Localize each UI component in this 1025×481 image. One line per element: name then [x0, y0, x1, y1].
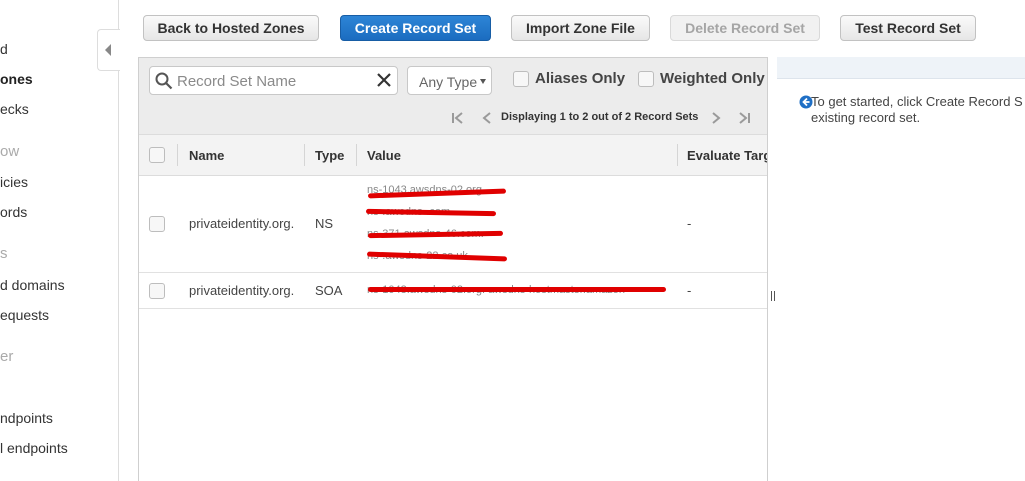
nav-item-health-checks[interactable]: ecks [0, 101, 29, 117]
record-type-select[interactable]: Any Type [407, 66, 492, 95]
help-text-line: To get started, click Create Record S [811, 94, 1023, 109]
previous-page-icon[interactable] [480, 112, 494, 124]
last-page-icon[interactable] [737, 112, 751, 124]
filter-bar: Any Type Aliases Only Weighted Only Disp… [139, 58, 767, 134]
help-text-line: existing record set. [811, 110, 921, 125]
help-text: To get started, click Create Record S ex… [811, 94, 1023, 126]
aliases-only-label: Aliases Only [535, 70, 626, 87]
collapse-sidebar-button[interactable] [97, 29, 120, 71]
weighted-only-checkbox[interactable] [638, 71, 654, 87]
nav-item-policy-records[interactable]: ords [0, 204, 27, 220]
nav-item-registered-domains[interactable]: d domains [0, 277, 65, 293]
first-page-icon[interactable] [451, 112, 465, 124]
nav-section-resolver: er [0, 348, 14, 365]
column-header-evaluate-target[interactable]: Evaluate Targ [687, 148, 767, 163]
nav-item-inbound-endpoints[interactable]: ndpoints [0, 410, 53, 426]
select-all-checkbox[interactable] [149, 147, 165, 163]
weighted-only-label: Weighted Only [660, 70, 765, 87]
row-checkbox[interactable] [149, 283, 165, 299]
column-divider [304, 144, 305, 166]
record-name: privateidentity.org. [189, 283, 295, 298]
drag-handle-icon[interactable] [771, 291, 775, 301]
column-divider [356, 144, 357, 166]
column-divider [177, 144, 178, 166]
table-header: Name Type Value Evaluate Targ [139, 134, 767, 176]
nav-item-dashboard[interactable]: d [0, 41, 8, 57]
column-header-name[interactable]: Name [189, 148, 224, 163]
evaluate-target-value: - [687, 283, 692, 298]
delete-record-set-button[interactable]: Delete Record Set [670, 15, 820, 41]
nav-section-traffic-flow: ow [0, 143, 20, 160]
nav-item-pending-requests[interactable]: equests [0, 307, 49, 323]
import-zone-file-button[interactable]: Import Zone File [511, 15, 650, 41]
search-icon [155, 72, 173, 90]
record-type: SOA [315, 283, 343, 298]
table-row[interactable]: privateidentity.org. SOA ns-1043.awsdns-… [139, 273, 767, 309]
test-record-set-button[interactable]: Test Record Set [840, 15, 976, 41]
record-sets-panel: Any Type Aliases Only Weighted Only Disp… [138, 57, 768, 481]
record-name: privateidentity.org. [189, 216, 295, 231]
row-checkbox[interactable] [149, 216, 165, 232]
panel-header [777, 57, 1025, 79]
column-header-type[interactable]: Type [315, 148, 344, 163]
create-record-set-button[interactable]: Create Record Set [340, 15, 491, 41]
record-type: NS [315, 216, 334, 231]
redaction-mark [368, 287, 666, 292]
table-row[interactable]: privateidentity.org. NS ns-1043.awsdns-0… [139, 176, 767, 273]
back-to-hosted-zones-button[interactable]: Back to Hosted Zones [143, 15, 319, 41]
nav-item-hosted-zones[interactable]: ones [0, 71, 33, 87]
chevron-down-icon [480, 79, 486, 84]
next-page-icon[interactable] [709, 112, 723, 124]
nav-item-outbound-endpoints[interactable]: l endpoints [0, 440, 68, 456]
column-divider [677, 144, 678, 166]
search-input[interactable] [175, 71, 374, 92]
side-navigation: d ones ecks ow icies ords s d domains eq… [0, 0, 119, 481]
nav-section-domains: s [0, 245, 8, 262]
record-set-details-panel: To get started, click Create Record S ex… [777, 57, 1025, 481]
record-type-value: Any Type [419, 74, 478, 90]
nav-item-traffic-policies[interactable]: icies [0, 174, 28, 190]
column-header-value[interactable]: Value [367, 148, 401, 163]
aliases-only-checkbox[interactable] [513, 71, 529, 87]
pagination-status: Displaying 1 to 2 out of 2 Record Sets [501, 111, 699, 123]
evaluate-target-value: - [687, 216, 692, 231]
record-set-search[interactable] [149, 66, 398, 95]
clear-icon[interactable] [375, 71, 393, 89]
